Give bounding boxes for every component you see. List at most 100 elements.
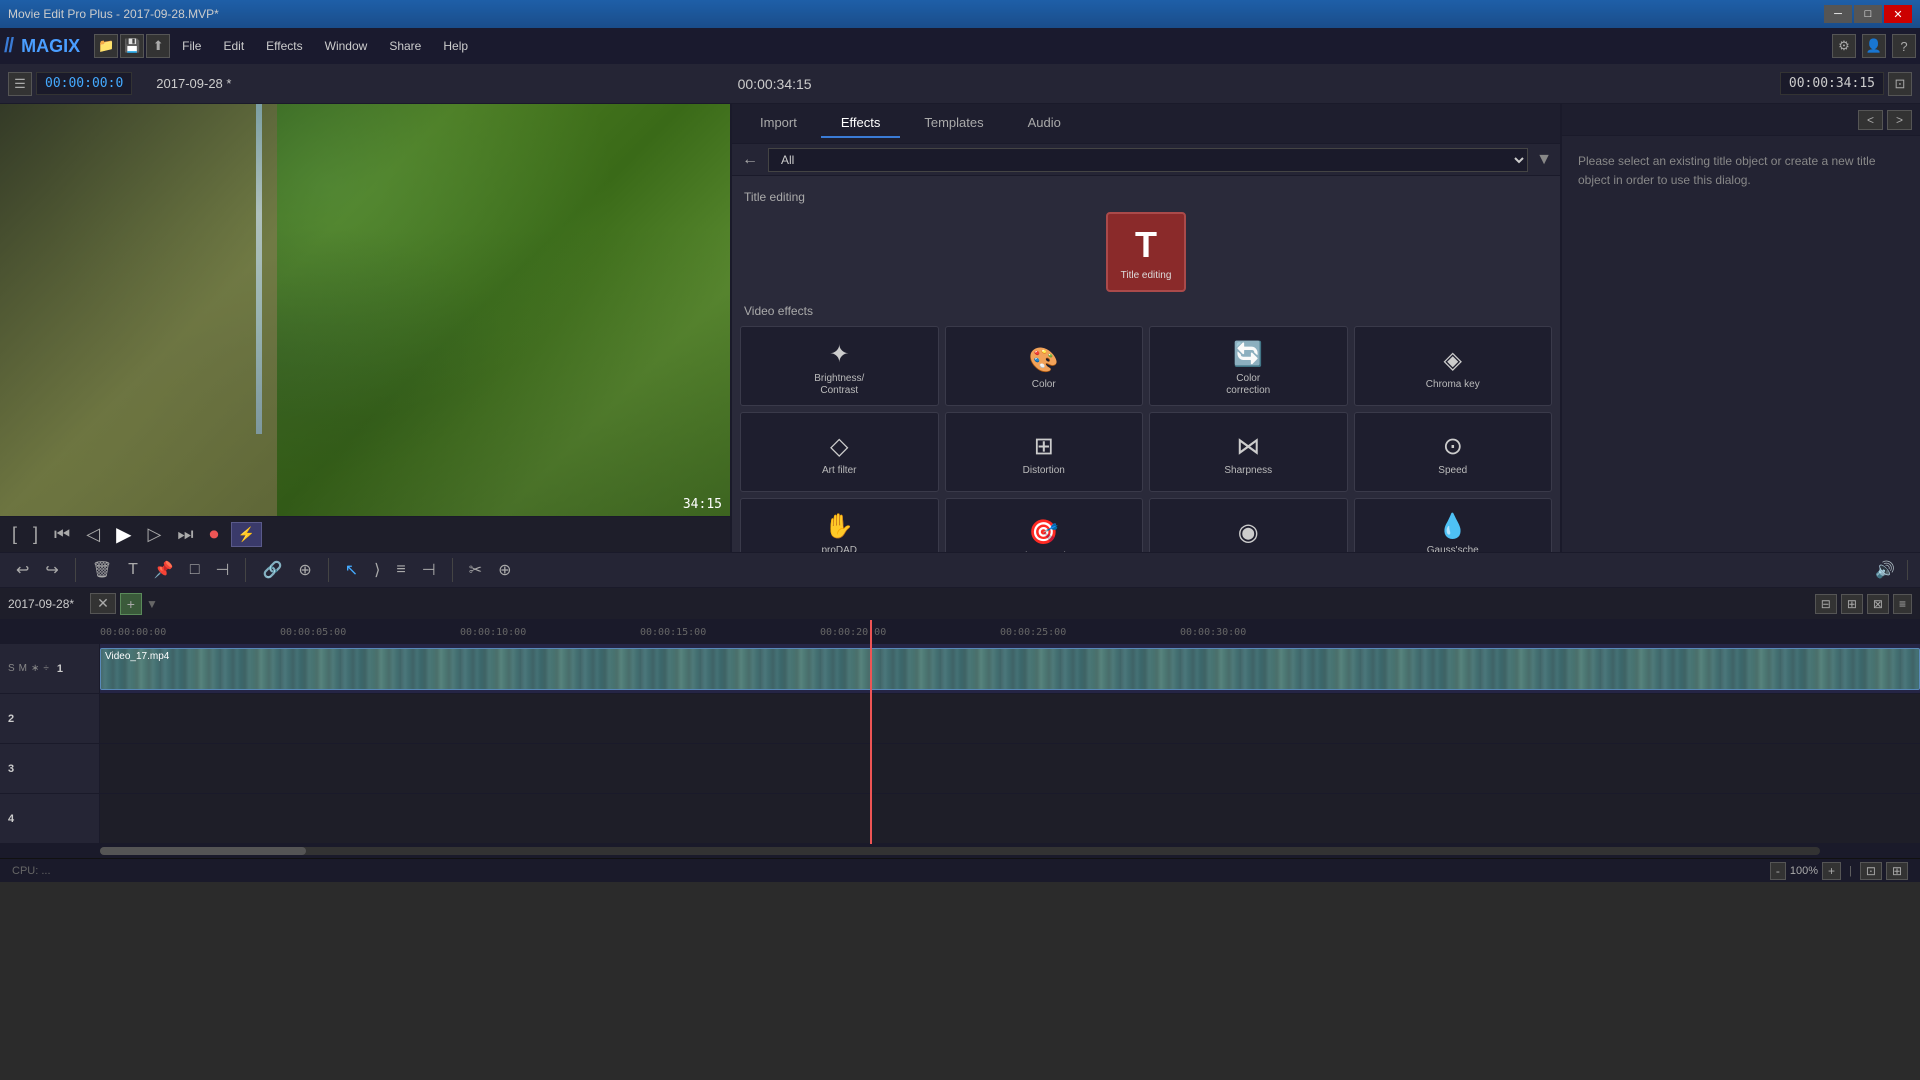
stitch-button[interactable]: ⊣ <box>418 558 440 582</box>
add-track-button[interactable]: + <box>120 593 142 615</box>
effect-prodad[interactable]: ✋ proDADMercalli 2.0 <box>740 498 939 552</box>
maximize-button[interactable]: □ <box>1854 5 1882 23</box>
effect-stanstormen[interactable]: ◉ Stanstormen <box>1149 498 1348 552</box>
close-button[interactable]: ✕ <box>1884 5 1912 23</box>
tab-templates[interactable]: Templates <box>904 109 1003 138</box>
menu-effects[interactable]: Effects <box>256 35 312 57</box>
redo-button[interactable]: ↪ <box>41 558 62 582</box>
transport-bar: [ ] ⏮ ◁ ▶ ▷ ⏭ ⏺ ⚡ <box>0 516 730 552</box>
info-next-button[interactable]: > <box>1887 110 1912 130</box>
color-icon: 🎨 <box>1029 346 1059 375</box>
track-number-3: 3 <box>8 763 14 775</box>
align-button[interactable]: ≡ <box>392 559 409 581</box>
timeline-view-btn-3[interactable]: ⊠ <box>1867 594 1889 614</box>
unlink-button[interactable]: ⊕ <box>294 558 315 582</box>
zoom-in-button[interactable]: + <box>1822 862 1841 880</box>
back-button[interactable]: ← <box>740 149 760 171</box>
sharpness-icon: ⋈ <box>1236 432 1260 461</box>
hamburger-menu-icon[interactable]: ☰ <box>8 72 32 96</box>
track-mute-icon[interactable]: M <box>19 663 27 674</box>
timeline-view-btn-4[interactable]: ≡ <box>1893 594 1912 614</box>
speed-icon: ⊙ <box>1443 432 1463 461</box>
effect-speed[interactable]: ⊙ Speed <box>1354 412 1553 492</box>
prev-frame-button[interactable]: ◁ <box>82 522 104 547</box>
effect-sharpness[interactable]: ⋈ Sharpness <box>1149 412 1348 492</box>
sharpness-label: Sharpness <box>1224 465 1272 477</box>
export-icon[interactable]: ⬆ <box>146 34 170 58</box>
save-icon[interactable]: 💾 <box>120 34 144 58</box>
video-clip[interactable]: Video_17.mp4 <box>100 648 1920 690</box>
effect-color[interactable]: 🎨 Color <box>945 326 1144 406</box>
effect-chroma-key[interactable]: ◈ Chroma key <box>1354 326 1553 406</box>
record-button[interactable]: ⏺ <box>206 522 223 547</box>
title-T-icon: T <box>1135 224 1157 266</box>
delete-button[interactable]: 🗑 <box>88 558 116 582</box>
timeline-header-bar: 2017-09-28* ✕ + ▼ ⊟ ⊞ ⊠ ≡ <box>0 588 1920 620</box>
out-point-button[interactable]: ] <box>29 522 42 547</box>
window-title: Movie Edit Pro Plus - 2017-09-28.MVP* <box>8 7 219 21</box>
zoom-fit-button[interactable]: ⊡ <box>1860 862 1882 880</box>
next-cut-button[interactable]: ⏭ <box>173 522 197 547</box>
arrow-tool-button[interactable]: ↖ <box>341 558 362 582</box>
track-labels: S M ∗ ÷ 1 2 3 4 <box>0 644 100 844</box>
distortion-label: Distortion <box>1023 465 1065 477</box>
effects-panel: Import Effects Templates Audio ← All ▼ T… <box>730 104 1560 552</box>
insert-button[interactable]: ⊕ <box>494 558 515 582</box>
info-message: Please select an existing title object o… <box>1578 152 1904 190</box>
account-icon[interactable]: 👤 <box>1862 34 1886 58</box>
track-number-2: 2 <box>8 713 14 725</box>
playhead-indicator <box>870 620 872 644</box>
file-open-icon[interactable]: 📁 <box>94 34 118 58</box>
prev-cut-button[interactable]: ⏮ <box>50 522 74 547</box>
track-row-2 <box>100 694 1920 744</box>
effect-brightness-contrast[interactable]: ✦ Brightness/Contrast <box>740 326 939 406</box>
help-icon[interactable]: ? <box>1892 34 1916 58</box>
title-editing-item[interactable]: T Title editing <box>1106 212 1186 292</box>
settings-icon[interactable]: ⚙ <box>1832 34 1856 58</box>
menu-edit[interactable]: Edit <box>213 35 254 57</box>
menu-window[interactable]: Window <box>315 35 378 57</box>
split-tool-button[interactable]: ⟩ <box>370 558 384 582</box>
effects-grid-area: Title editing T Title editing Video effe… <box>732 176 1560 552</box>
marker-button[interactable]: 📌 <box>150 558 178 582</box>
menu-share[interactable]: Share <box>379 35 431 57</box>
timeline-view-btn-2[interactable]: ⊞ <box>1841 594 1863 614</box>
horizontal-scrollbar-thumb[interactable] <box>100 847 306 855</box>
play-button[interactable]: ▶ <box>112 520 135 549</box>
effect-distortion[interactable]: ⊞ Distortion <box>945 412 1144 492</box>
menu-help[interactable]: Help <box>433 35 478 57</box>
separator-2 <box>245 558 246 582</box>
tab-import[interactable]: Import <box>740 109 817 138</box>
info-prev-button[interactable]: < <box>1858 110 1883 130</box>
link-button[interactable]: 🔗 <box>258 558 286 582</box>
effect-art-filter[interactable]: ◇ Art filter <box>740 412 939 492</box>
effect-gaussian-blur[interactable]: 💧 Gauss'scheUnschärfe <box>1354 498 1553 552</box>
dropdown-track-icon[interactable]: ▼ <box>146 597 158 611</box>
zoom-fit-all-button[interactable]: ⊞ <box>1886 862 1908 880</box>
cut-button[interactable]: ✂ <box>465 558 486 582</box>
cpu-status: CPU: ... <box>12 865 51 877</box>
project-name-label: 2017-09-28 * <box>156 76 231 91</box>
horizontal-scrollbar-track[interactable] <box>100 847 1820 855</box>
effect-color-correction[interactable]: 🔄 Colorcorrection <box>1149 326 1348 406</box>
timeline-view-btn-1[interactable]: ⊟ <box>1815 594 1837 614</box>
zoom-fit-separator: | <box>1849 865 1852 877</box>
menu-file[interactable]: File <box>172 35 211 57</box>
filter-dropdown[interactable]: All <box>768 148 1528 172</box>
text-button[interactable]: T <box>124 559 142 581</box>
minimize-button[interactable]: ─ <box>1824 5 1852 23</box>
smart-render-button[interactable]: ⚡ <box>231 522 262 547</box>
fullscreen-toggle-icon[interactable]: ⊡ <box>1888 72 1912 96</box>
trim-button[interactable]: ⊣ <box>212 558 234 582</box>
volume-icon[interactable]: 🔊 <box>1871 558 1899 582</box>
tab-audio[interactable]: Audio <box>1008 109 1081 138</box>
close-tab-button[interactable]: ✕ <box>90 593 116 614</box>
dropdown-chevron-icon[interactable]: ▼ <box>1536 151 1552 169</box>
next-frame-button[interactable]: ▷ <box>143 522 165 547</box>
in-point-button[interactable]: [ <box>8 522 21 547</box>
group-button[interactable]: □ <box>186 559 204 581</box>
tab-effects[interactable]: Effects <box>821 109 901 138</box>
undo-button[interactable]: ↩ <box>12 558 33 582</box>
effect-shot-match[interactable]: 🎯 Shot match <box>945 498 1144 552</box>
zoom-out-button[interactable]: - <box>1770 862 1786 880</box>
